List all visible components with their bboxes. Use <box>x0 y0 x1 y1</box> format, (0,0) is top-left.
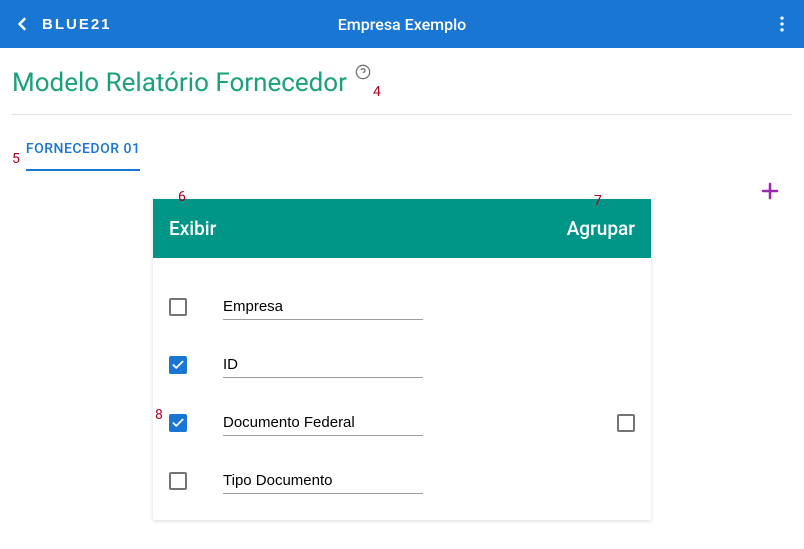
annotation-5: 5 <box>12 151 20 167</box>
checkbox-exibir-empresa[interactable] <box>169 298 187 316</box>
field-id[interactable] <box>223 352 423 378</box>
annotation-4: 4 <box>373 84 381 100</box>
page-title: Modelo Relatório Fornecedor <box>12 68 347 98</box>
tab-fornecedor-01[interactable]: FORNECEDOR 01 <box>26 133 141 171</box>
card-header-agrupar: Agrupar <box>567 217 635 240</box>
checkbox-exibir-id[interactable] <box>169 356 187 374</box>
checkbox-agrupar-documento-federal[interactable] <box>617 414 635 432</box>
tabs: 5 FORNECEDOR 01 <box>0 133 804 171</box>
field-row <box>169 394 635 452</box>
logo: BLUE21 <box>42 16 112 33</box>
checkbox-exibir-tipo-documento[interactable] <box>169 472 187 490</box>
help-icon[interactable] <box>355 64 371 80</box>
field-row <box>169 452 635 510</box>
annotation-8: 8 <box>155 407 163 423</box>
card-body <box>153 258 651 520</box>
card-area: 6 7 8 Exibir Agrupar <box>0 199 804 520</box>
annotation-7: 7 <box>594 193 602 209</box>
more-icon[interactable] <box>772 14 792 34</box>
app-header: BLUE21 Empresa Exemplo <box>0 0 804 48</box>
back-icon[interactable] <box>12 14 32 34</box>
page-header: Modelo Relatório Fornecedor 4 <box>0 48 804 110</box>
annotation-6: 6 <box>178 189 186 205</box>
card-header: Exibir Agrupar <box>153 199 651 258</box>
field-documento-federal[interactable] <box>223 410 423 436</box>
card: Exibir Agrupar <box>153 199 651 520</box>
header-title: Empresa Exemplo <box>338 15 466 34</box>
field-row <box>169 336 635 394</box>
card-header-exibir: Exibir <box>169 217 216 240</box>
checkbox-exibir-documento-federal[interactable] <box>169 414 187 432</box>
field-tipo-documento[interactable] <box>223 468 423 494</box>
divider <box>12 114 792 115</box>
field-empresa[interactable] <box>223 294 423 320</box>
field-row <box>169 278 635 336</box>
